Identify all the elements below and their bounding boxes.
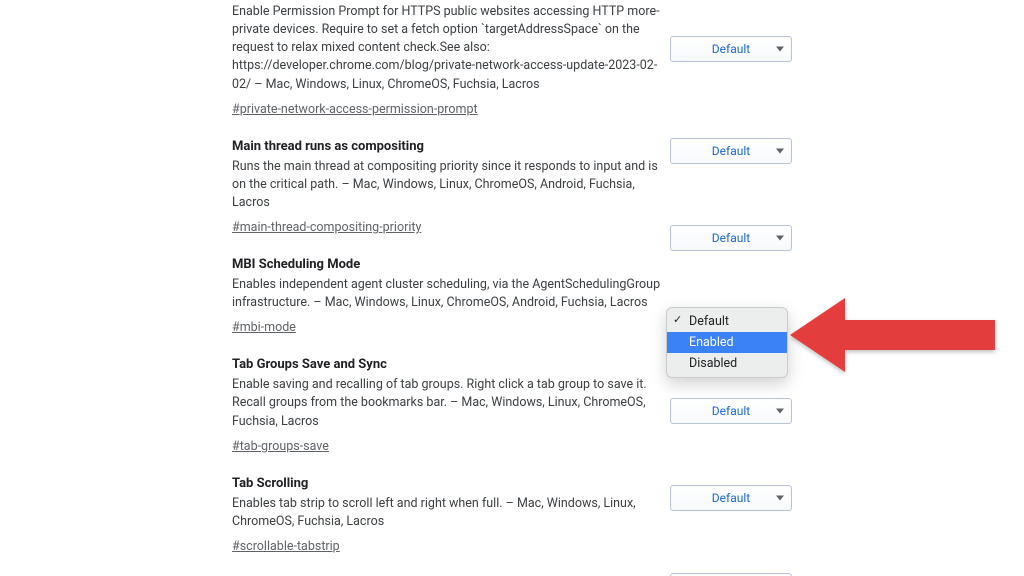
dropdown-item[interactable]: Disabled xyxy=(667,353,787,374)
dropdown-item[interactable]: Default xyxy=(667,311,787,332)
flag-hash-link[interactable]: #mbi-mode xyxy=(232,320,296,335)
flag-hash-link[interactable]: #scrollable-tabstrip xyxy=(232,539,340,554)
chevron-down-icon xyxy=(776,47,784,52)
flag-hash-link[interactable]: #tab-groups-save xyxy=(232,439,329,454)
flag-select-value: Default xyxy=(712,231,750,245)
flag-description: Enables independent agent cluster schedu… xyxy=(232,276,662,312)
dropdown-popup[interactable]: DefaultEnabledDisabled xyxy=(666,307,788,378)
flag-select[interactable]: Default xyxy=(670,398,792,424)
flag-select[interactable]: Default xyxy=(670,36,792,62)
flag-select-value: Default xyxy=(712,42,750,56)
flag-description: Enables tab strip to scroll left and rig… xyxy=(232,495,662,531)
flag-select[interactable]: Default xyxy=(670,138,792,164)
flag-hash-link[interactable]: #main-thread-compositing-priority xyxy=(232,220,421,235)
chevron-down-icon xyxy=(776,149,784,154)
flag-select[interactable]: Default xyxy=(670,225,792,251)
flag-description: Runs the main thread at compositing prio… xyxy=(232,158,662,212)
flag-hash-link[interactable]: #private-network-access-permission-promp… xyxy=(232,102,478,117)
chevron-down-icon xyxy=(776,409,784,414)
flag-select-value: Default xyxy=(712,491,750,505)
page: Enable Permission Prompt for Private Net… xyxy=(0,0,1024,576)
flag-title: MBI Scheduling Mode xyxy=(232,257,792,272)
flag-description: Enable saving and recalling of tab group… xyxy=(232,376,662,430)
dropdown-item[interactable]: Enabled xyxy=(667,332,787,353)
flag-description: Enable Permission Prompt for HTTPS publi… xyxy=(232,3,662,94)
chevron-down-icon xyxy=(776,496,784,501)
flag-select[interactable]: Default xyxy=(670,485,792,511)
flag-select-value: Default xyxy=(712,404,750,418)
flag-select-value: Default xyxy=(712,144,750,158)
arrow-annotation xyxy=(790,290,1000,380)
chevron-down-icon xyxy=(776,236,784,241)
